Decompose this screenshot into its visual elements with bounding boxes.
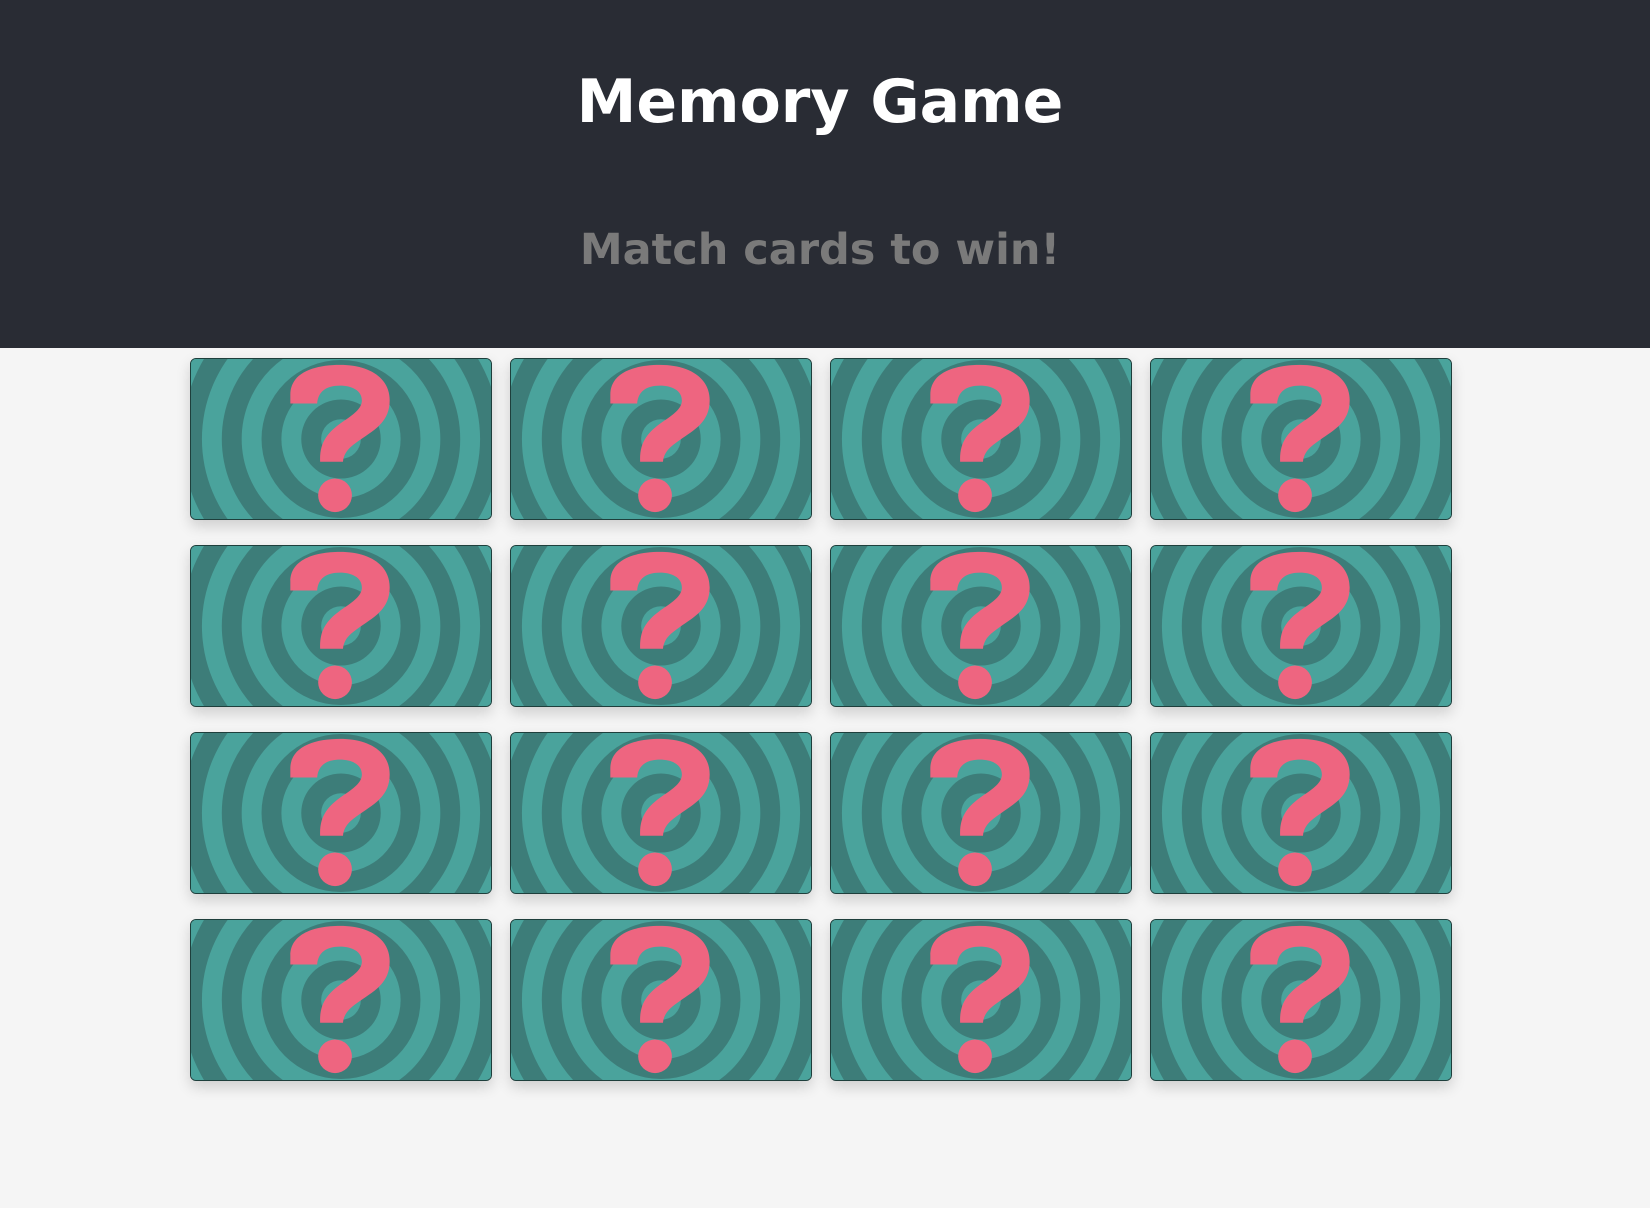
card-back-pattern bbox=[511, 733, 811, 893]
memory-card[interactable] bbox=[1150, 732, 1452, 894]
memory-card[interactable] bbox=[1150, 545, 1452, 707]
card-back-pattern bbox=[831, 546, 1131, 706]
card-back-pattern bbox=[191, 733, 491, 893]
memory-card[interactable] bbox=[830, 919, 1132, 1081]
card-back-pattern bbox=[1151, 546, 1451, 706]
card-back-pattern bbox=[511, 359, 811, 519]
memory-card[interactable] bbox=[510, 732, 812, 894]
card-back-pattern bbox=[1151, 920, 1451, 1080]
memory-card[interactable] bbox=[510, 358, 812, 520]
memory-card[interactable] bbox=[190, 732, 492, 894]
memory-card[interactable] bbox=[1150, 919, 1452, 1081]
memory-card[interactable] bbox=[510, 545, 812, 707]
memory-card[interactable] bbox=[190, 358, 492, 520]
card-back-pattern bbox=[191, 546, 491, 706]
memory-card[interactable] bbox=[510, 919, 812, 1081]
page-title: Memory Game bbox=[576, 67, 1064, 137]
card-back-pattern bbox=[831, 733, 1131, 893]
card-back-pattern bbox=[831, 359, 1131, 519]
card-back-pattern bbox=[191, 359, 491, 519]
card-back-pattern bbox=[1151, 359, 1451, 519]
memory-card[interactable] bbox=[190, 545, 492, 707]
card-back-pattern bbox=[191, 920, 491, 1080]
card-back-pattern bbox=[511, 920, 811, 1080]
card-back-pattern bbox=[831, 920, 1131, 1080]
memory-card[interactable] bbox=[830, 545, 1132, 707]
memory-card[interactable] bbox=[830, 732, 1132, 894]
memory-card[interactable] bbox=[830, 358, 1132, 520]
header: Memory Game Match cards to win! bbox=[0, 0, 1650, 348]
card-back-pattern bbox=[511, 546, 811, 706]
memory-card[interactable] bbox=[190, 919, 492, 1081]
page-subtitle: Match cards to win! bbox=[579, 225, 1061, 275]
card-grid bbox=[190, 358, 1454, 1083]
memory-card[interactable] bbox=[1150, 358, 1452, 520]
card-back-pattern bbox=[1151, 733, 1451, 893]
